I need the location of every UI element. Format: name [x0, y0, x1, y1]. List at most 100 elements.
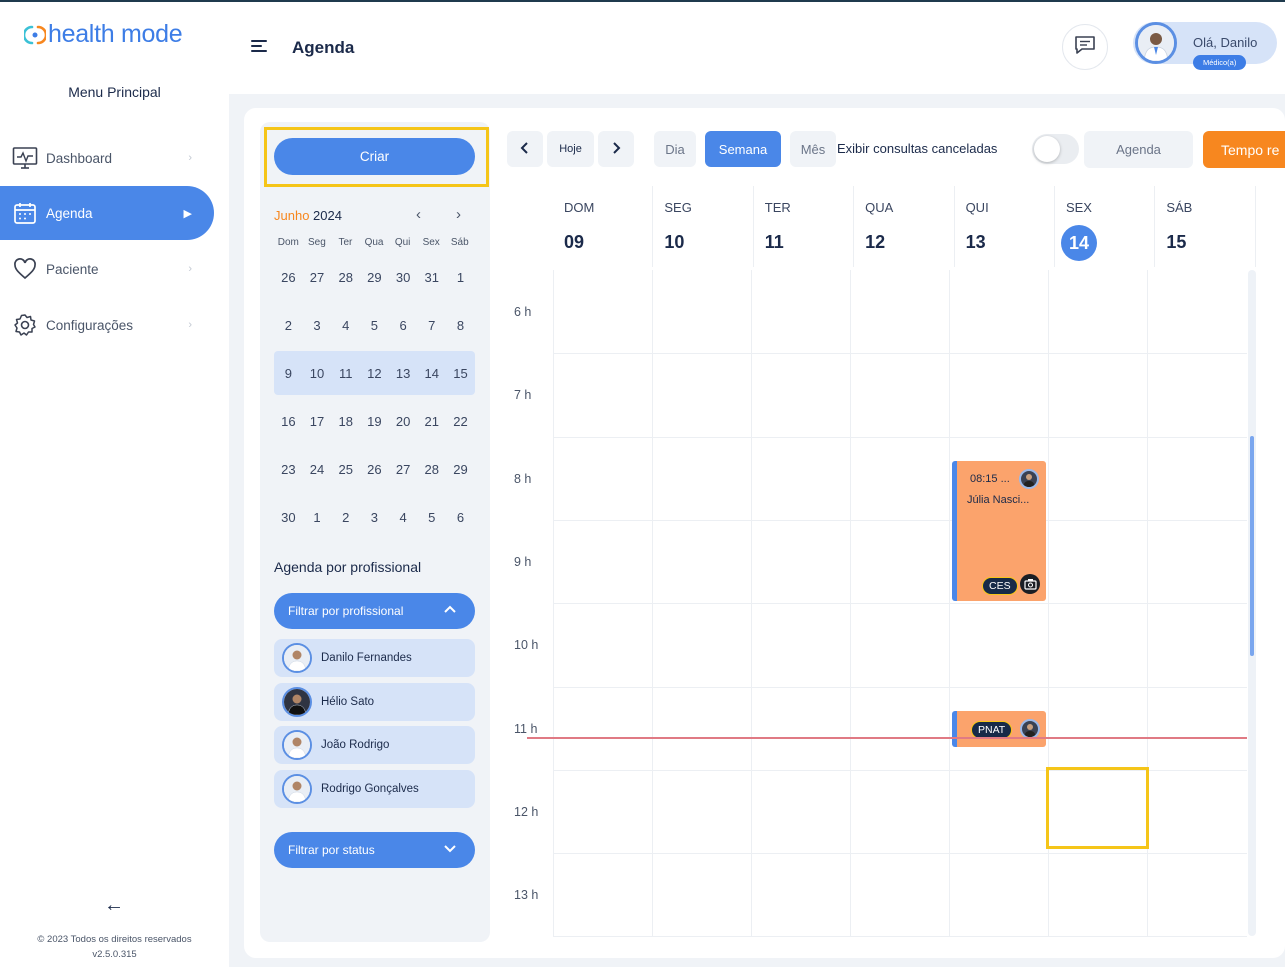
tempo-button[interactable]: Tempo re	[1203, 131, 1285, 168]
day-header[interactable]: QUA 12	[854, 186, 955, 267]
avatar	[1135, 22, 1177, 64]
today-button[interactable]: Hoje	[547, 131, 594, 167]
prev-month-icon[interactable]: ‹	[416, 206, 421, 223]
mini-calendar-weekday: Sex	[422, 237, 440, 248]
chevron-right-icon	[610, 141, 622, 157]
mini-calendar-day[interactable]: 22	[446, 414, 475, 429]
mini-calendar-day[interactable]: 2	[274, 318, 303, 333]
mini-calendar-day[interactable]: 28	[417, 462, 446, 477]
mini-calendar-day[interactable]: 17	[303, 414, 332, 429]
mini-calendar-year: 2024	[313, 208, 342, 223]
chat-button[interactable]	[1062, 24, 1108, 70]
professional-item[interactable]: Hélio Sato	[274, 682, 475, 721]
professional-item[interactable]: Danilo Fernandes	[274, 639, 475, 677]
mini-calendar-day[interactable]: 26	[274, 270, 303, 285]
hour-label: 12 h	[514, 804, 539, 819]
day-name: QUI	[965, 200, 989, 215]
sidebar-item-label: Dashboard	[46, 150, 113, 166]
day-header[interactable]: SEG 10	[653, 186, 754, 267]
mini-calendar-day[interactable]: 16	[274, 414, 303, 429]
day-name: SEX	[1065, 200, 1092, 215]
mini-calendar-day[interactable]: 30	[274, 510, 303, 525]
mini-calendar-day[interactable]: 2	[331, 510, 360, 525]
mini-calendar-day[interactable]: 1	[446, 270, 475, 285]
sidebar-item-configuracoes[interactable]: Configurações ›	[0, 298, 214, 352]
view-month-tab[interactable]: Mês	[790, 131, 836, 167]
mini-calendar-day[interactable]: 21	[417, 414, 446, 429]
day-header[interactable]: TER 11	[754, 186, 855, 267]
mini-calendar-day[interactable]: 23	[274, 462, 303, 477]
next-week-button[interactable]	[598, 131, 634, 167]
event-professional-avatar	[1020, 719, 1040, 739]
mini-calendar-day[interactable]: 8	[446, 318, 475, 333]
show-cancelled-toggle[interactable]	[1032, 134, 1079, 164]
scrollbar-thumb[interactable]	[1250, 436, 1254, 656]
mini-calendar-day[interactable]: 18	[331, 414, 360, 429]
next-month-icon[interactable]: ›	[456, 206, 461, 223]
view-week-tab[interactable]: Semana	[705, 131, 781, 167]
professional-item[interactable]: João Rodrigo	[274, 726, 475, 764]
mini-calendar-day[interactable]: 10	[303, 366, 332, 381]
mini-calendar-day[interactable]: 20	[389, 414, 418, 429]
mini-calendar-day[interactable]: 4	[331, 318, 360, 333]
sidebar-item-paciente[interactable]: Paciente ›	[0, 242, 214, 296]
hamburger-menu-icon[interactable]	[251, 40, 267, 54]
sidebar-item-agenda[interactable]: Agenda ▶	[0, 186, 214, 240]
mini-calendar-day[interactable]: 27	[303, 270, 332, 285]
mini-calendar-day[interactable]: 27	[389, 462, 418, 477]
mini-calendar-day[interactable]: 6	[389, 318, 418, 333]
mini-calendar-day[interactable]: 29	[446, 462, 475, 477]
day-header[interactable]: SEX 14	[1055, 186, 1156, 267]
mini-calendar-day[interactable]: 1	[303, 510, 332, 525]
avatar	[282, 730, 312, 760]
mini-calendar-day[interactable]: 4	[389, 510, 418, 525]
prev-week-button[interactable]	[507, 131, 543, 167]
professional-item[interactable]: Rodrigo Gonçalves	[274, 769, 475, 808]
footer: © 2023 Todos os direitos reservados v2.5…	[0, 932, 229, 962]
day-header[interactable]: SÁB 15	[1155, 186, 1256, 267]
mini-calendar-day[interactable]: 28	[331, 270, 360, 285]
mini-calendar-day[interactable]: 6	[446, 510, 475, 525]
sidebar-item-dashboard[interactable]: Dashboard ›	[0, 131, 214, 185]
header: Agenda Olá, Danilo Médico(a)	[229, 2, 1285, 94]
appointment-event[interactable]: 08:15 ... Júlia Nasci... CES	[952, 461, 1046, 601]
mini-calendar-day[interactable]: 9	[274, 366, 303, 381]
logo-text: health mode	[48, 20, 183, 48]
mini-calendar-day[interactable]: 12	[360, 366, 389, 381]
mini-calendar-day[interactable]: 24	[303, 462, 332, 477]
mini-calendar-day[interactable]: 31	[417, 270, 446, 285]
mini-calendar-day[interactable]: 7	[417, 318, 446, 333]
user-menu[interactable]: Olá, Danilo Médico(a)	[1133, 22, 1277, 70]
grid-row-line	[553, 520, 1247, 521]
grid-row-line	[553, 437, 1247, 438]
mini-calendar-day[interactable]: 5	[417, 510, 446, 525]
grid-row-line	[553, 353, 1247, 354]
mini-calendar-day[interactable]: 30	[389, 270, 418, 285]
create-button[interactable]: Criar	[274, 138, 475, 175]
filter-status-dropdown[interactable]: Filtrar por status	[274, 832, 475, 868]
grid-row-line	[553, 603, 1247, 604]
event-tag: CES	[982, 577, 1018, 595]
professional-name: Rodrigo Gonçalves	[321, 782, 419, 795]
mini-calendar-day[interactable]: 15	[446, 366, 475, 381]
logo[interactable]: health mode	[22, 20, 183, 49]
collapse-arrow-icon[interactable]: ←	[104, 894, 124, 917]
filter-professional-dropdown[interactable]: Filtrar por profissional	[274, 593, 475, 629]
day-number: 13	[965, 232, 986, 252]
mini-calendar-day[interactable]: 5	[360, 318, 389, 333]
view-day-tab[interactable]: Dia	[654, 131, 696, 167]
mini-calendar-month: Junho	[274, 208, 310, 223]
mini-calendar-day[interactable]: 25	[331, 462, 360, 477]
mini-calendar-day[interactable]: 19	[360, 414, 389, 429]
mini-calendar-day[interactable]: 14	[417, 366, 446, 381]
mini-calendar-day[interactable]: 13	[389, 366, 418, 381]
mini-calendar-day[interactable]: 3	[303, 318, 332, 333]
mini-calendar-day[interactable]: 11	[331, 366, 360, 381]
day-header[interactable]: QUI 13	[955, 186, 1055, 267]
day-header[interactable]: DOM 09	[553, 186, 654, 267]
mini-calendar-day[interactable]: 3	[360, 510, 389, 525]
appointment-event[interactable]: PNAT	[952, 711, 1046, 747]
agenda-button[interactable]: Agenda	[1084, 131, 1193, 168]
mini-calendar-day[interactable]: 29	[360, 270, 389, 285]
mini-calendar-day[interactable]: 26	[360, 462, 389, 477]
